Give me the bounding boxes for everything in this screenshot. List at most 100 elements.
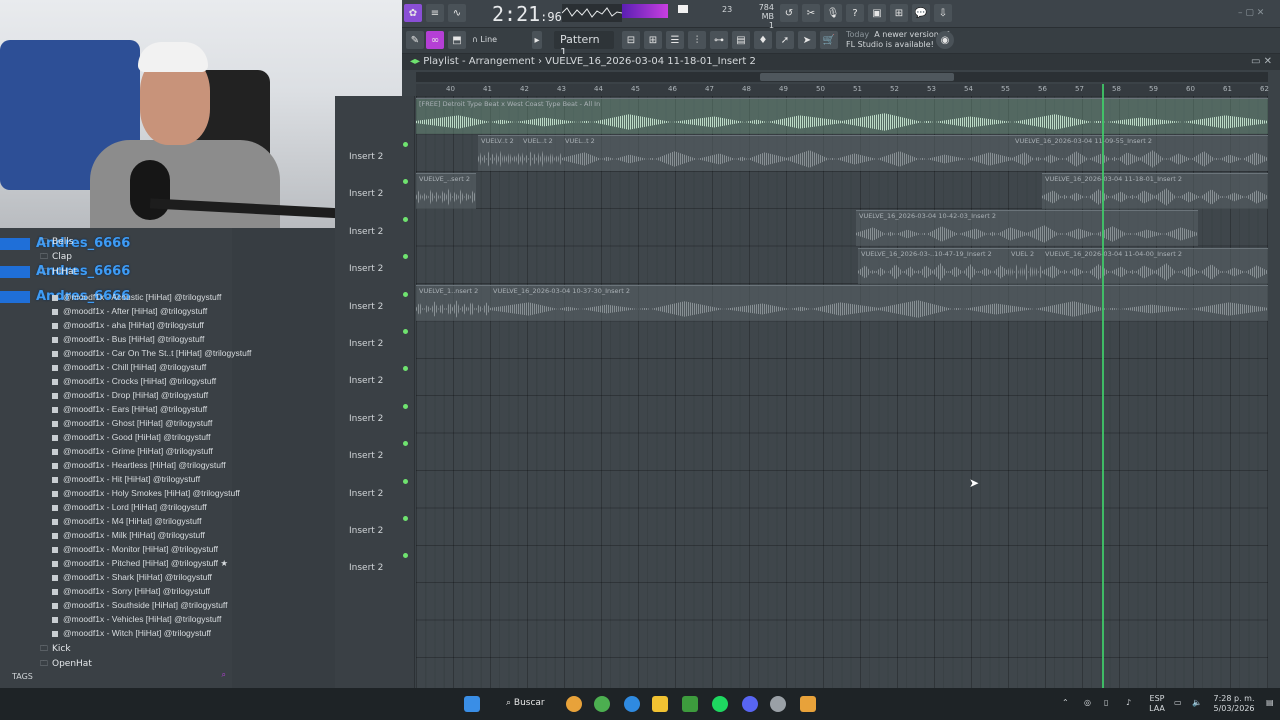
browser-sample-item[interactable]: @moodf1x - M4 [HiHat] @trilogystuff	[52, 516, 202, 526]
chrome-icon[interactable]	[594, 696, 610, 712]
browser-sample-item[interactable]: @moodf1x - Hit [HiHat] @trilogystuff	[52, 474, 200, 484]
browser-folder[interactable]: Clap	[40, 251, 72, 265]
mic-icon[interactable]: 🎙	[824, 4, 842, 22]
fl-logo-icon[interactable]: ✿	[404, 4, 422, 22]
browser-sample-item[interactable]: @moodf1x - Acoustic [HiHat] @trilogystuf…	[52, 292, 221, 302]
browser-sample-item[interactable]: @moodf1x - aha [HiHat] @trilogystuff	[52, 320, 204, 330]
notification-icon[interactable]: ▤	[1266, 698, 1274, 708]
send-icon[interactable]: ➤	[798, 31, 816, 49]
file-explorer-icon[interactable]	[652, 696, 668, 712]
clip-main-beat[interactable]: [FREE] Detroit Type Beat x West Coast Ty…	[416, 98, 1268, 134]
track-label[interactable]: Insert 2	[349, 526, 383, 536]
cut-icon[interactable]: ✂	[802, 4, 820, 22]
mixer-view-icon[interactable]: ⫶	[688, 31, 706, 49]
browser-sample-item[interactable]: @moodf1x - Shark [HiHat] @trilogystuff	[52, 572, 212, 582]
playlist-window-controls[interactable]: ▭ ✕	[1251, 56, 1272, 67]
tray-battery-icon[interactable]: ▯	[1104, 698, 1108, 708]
tray-chevron-icon[interactable]: ⌃	[1062, 698, 1069, 708]
clip[interactable]: VUELVE_16_2026-03-..10-47-19_Insert 2	[858, 248, 1008, 284]
language-indicator[interactable]: ESP LAA	[1148, 694, 1166, 714]
browser-icon[interactable]: ⊶	[710, 31, 728, 49]
help-icon[interactable]: ?	[846, 4, 864, 22]
browser-sample-item[interactable]: @moodf1x - Vehicles [HiHat] @trilogystuf…	[52, 614, 221, 624]
pencil-icon[interactable]: ✎	[406, 31, 424, 49]
track-label[interactable]: Insert 2	[349, 189, 383, 199]
browser-tags[interactable]: TAGS ⌕	[0, 668, 232, 688]
browser-sample-item[interactable]: @moodf1x - Chill [HiHat] @trilogystuff	[52, 362, 206, 372]
window-controls[interactable]: – ▢ ✕	[1238, 8, 1274, 18]
track-label[interactable]: Insert 2	[349, 227, 383, 237]
playlist-grid[interactable]: [FREE] Detroit Type Beat x West Coast Ty…	[416, 96, 1268, 688]
mixer-icon[interactable]: ⊞	[890, 4, 908, 22]
track-mute-led[interactable]	[403, 478, 408, 484]
timeline-ruler[interactable]: 40 41 42 43 44 45 46 47 48 49 50 51 52 53 54 55 56 57 58 59…	[416, 84, 1269, 96]
browser-sample-item[interactable]: @moodf1x - Good [HiHat] @trilogystuff	[52, 432, 211, 442]
file-icon[interactable]: ▤	[732, 31, 750, 49]
track-label[interactable]: Insert 2	[349, 414, 383, 424]
snap-selector[interactable]: ∩ Line	[472, 35, 497, 44]
browser-sample-item[interactable]: @moodf1x - Milk [HiHat] @trilogystuff	[52, 530, 205, 540]
cursor-icon[interactable]: ➚	[776, 31, 794, 49]
scrollbar-thumb[interactable]	[760, 73, 954, 81]
taskbar-clock[interactable]: 7:28 p. m. 5/03/2026	[1210, 694, 1258, 714]
browser-sample-item[interactable]: @moodf1x - Ears [HiHat] @trilogystuff	[52, 404, 207, 414]
fl-studio-taskbar-icon[interactable]	[566, 696, 582, 712]
browser-sample-item[interactable]: @moodf1x - Holy Smokes [HiHat] @trilogys…	[52, 488, 240, 498]
browser-sample-item[interactable]: @moodf1x - Lord [HiHat] @trilogystuff	[52, 502, 207, 512]
track-label[interactable]: Insert 2	[349, 451, 383, 461]
browser-sample-item[interactable]: @moodf1x - After [HiHat] @trilogystuff	[52, 306, 207, 316]
track-label[interactable]: Insert 2	[349, 376, 383, 386]
search-icon[interactable]: ⌕	[222, 670, 226, 680]
track-label[interactable]: Insert 2	[349, 339, 383, 349]
tempo-box[interactable]	[678, 5, 688, 13]
steam-icon[interactable]	[770, 696, 786, 712]
browser-sample-item[interactable]: @moodf1x - Ghost [HiHat] @trilogystuff	[52, 418, 212, 428]
song-mode-icon[interactable]: ∿	[448, 4, 466, 22]
track-label[interactable]: Insert 2	[349, 264, 383, 274]
tray-network-icon[interactable]: ◎	[1084, 698, 1091, 708]
browser-folder[interactable]: HiHat	[40, 266, 77, 280]
save-icon[interactable]: ▣	[868, 4, 886, 22]
plugin-icon[interactable]: ♦	[754, 31, 772, 49]
minecraft-icon[interactable]	[682, 696, 698, 712]
update-notice[interactable]: Today A newer version of FL Studio is ava…	[846, 30, 949, 50]
track-mute-led[interactable]	[403, 179, 408, 185]
playlist-icon[interactable]: ☰	[666, 31, 684, 49]
browser-sample-item[interactable]: @moodf1x - Sorry [HiHat] @trilogystuff	[52, 586, 210, 596]
globe-icon[interactable]: ◉	[936, 31, 954, 49]
chat-icon[interactable]: 💬	[912, 4, 930, 22]
track-mute-led[interactable]	[403, 254, 408, 260]
discord-icon[interactable]	[742, 696, 758, 712]
browser-sample-item[interactable]: @moodf1x - Monitor [HiHat] @trilogystuff	[52, 544, 218, 554]
channel-rack-icon[interactable]: ⊞	[644, 31, 662, 49]
browser-sample-item[interactable]: @moodf1x - Car On The St..t [HiHat] @tri…	[52, 348, 251, 358]
clip[interactable]: VUEL..t 2	[520, 135, 562, 171]
browser-sample-item[interactable]: @moodf1x - Pitched [HiHat] @trilogystuff…	[52, 558, 228, 569]
menu-icon[interactable]: ≡	[426, 4, 444, 22]
track-mute-led[interactable]	[403, 403, 408, 409]
stamp-icon[interactable]: ⬒	[448, 31, 466, 49]
clip[interactable]: VUELVE_16_2026-03-04 11-09-55_Insert 2	[1012, 135, 1268, 171]
playlist-play-icon[interactable]: ◂▸	[410, 56, 420, 67]
undo-icon[interactable]: ↺	[780, 4, 798, 22]
playhead[interactable]	[1102, 84, 1104, 688]
browser-sample-item[interactable]: @moodf1x - Witch [HiHat] @trilogystuff	[52, 628, 211, 638]
track-mute-led[interactable]	[403, 291, 408, 297]
link-icon[interactable]: ∞	[426, 31, 444, 49]
clip[interactable]: VUELVE_16_2026-03-04 11-04-00_Insert 2	[1042, 248, 1268, 284]
edge-icon[interactable]	[624, 696, 640, 712]
clip[interactable]: VUELVE_..sert 2	[416, 173, 476, 209]
clip[interactable]: VUELVE_16_2026-03-04 10-37-30_Insert 2	[490, 285, 1268, 321]
track-label[interactable]: Insert 2	[349, 563, 383, 573]
track-mute-led[interactable]	[403, 441, 408, 447]
pattern-selector[interactable]: Pattern 1	[554, 31, 614, 59]
browser-folder[interactable]: Bells	[40, 236, 73, 250]
windows-start-icon[interactable]	[464, 696, 480, 712]
track-mute-led[interactable]	[403, 516, 408, 521]
tray-speaker-icon[interactable]: 🔈	[1192, 698, 1202, 708]
clip[interactable]: VUEL..t 2	[562, 135, 1012, 171]
browser-sample-item[interactable]: @moodf1x - Heartless [HiHat] @trilogystu…	[52, 460, 226, 470]
cart-icon[interactable]: 🛒	[820, 31, 838, 49]
export-icon[interactable]: ⇩	[934, 4, 952, 22]
clip[interactable]: VUELVE_1..nsert 2	[416, 285, 490, 321]
